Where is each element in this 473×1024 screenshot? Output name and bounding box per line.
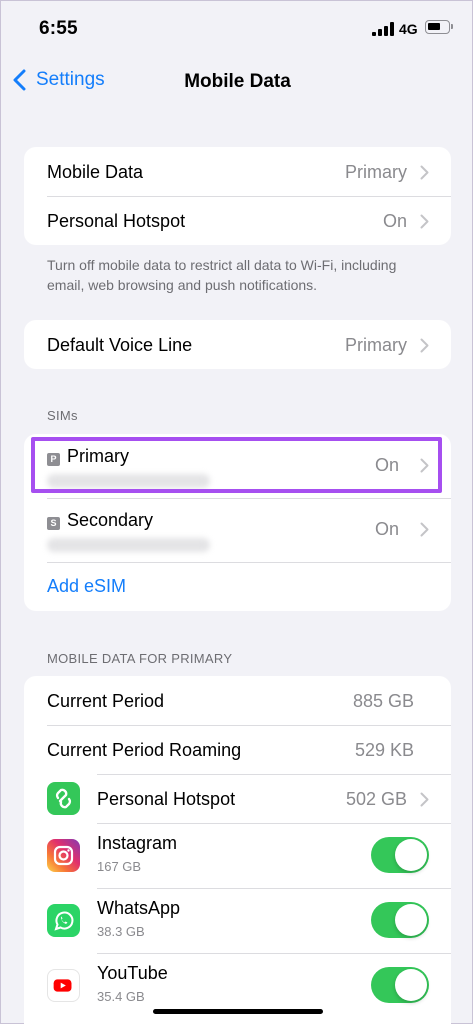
app-row-instagram: Instagram 167 GB (24, 823, 451, 888)
chevron-right-icon (420, 338, 429, 353)
chevron-right-icon (420, 522, 429, 537)
chevron-right-icon (420, 792, 429, 807)
network-type: 4G (399, 21, 418, 37)
chevron-right-icon (420, 165, 429, 180)
usage-group: Current Period 885 GB Current Period Roa… (24, 676, 451, 1024)
add-esim-row[interactable]: Add eSIM (24, 562, 451, 611)
row-label: Current Period (47, 691, 165, 711)
row-label: Personal Hotspot (97, 789, 236, 809)
current-period-roaming-row: Current Period Roaming 529 KB (24, 725, 451, 774)
row-value: 885 GB (352, 691, 414, 711)
home-indicator (153, 1009, 323, 1014)
personal-hotspot-usage-row[interactable]: Personal Hotspot 502 GB (24, 774, 451, 823)
current-period-row: Current Period 885 GB (24, 676, 451, 725)
app-data-size: 38.3 GB (97, 924, 145, 939)
sims-group: P Primary On S Secondary On Add eSIM (24, 434, 451, 611)
app-name: WhatsApp (97, 898, 181, 918)
app-data-size: 35.4 GB (97, 989, 145, 1004)
usage-section-header: MOBILE DATA FOR PRIMARY (47, 651, 233, 666)
row-value: Primary (345, 335, 407, 355)
mobile-data-footnote: Turn off mobile data to restrict all dat… (47, 257, 397, 293)
status-time: 6:55 (39, 18, 78, 39)
sim-status: On (374, 519, 399, 539)
personal-hotspot-row[interactable]: Personal Hotspot On (24, 196, 451, 245)
youtube-toggle[interactable] (371, 967, 429, 1003)
whatsapp-toggle[interactable] (371, 902, 429, 938)
page-title: Mobile Data (184, 71, 291, 92)
add-esim-button[interactable]: Add eSIM (47, 576, 126, 597)
mobile-data-group: Mobile Data Primary Personal Hotspot On (24, 147, 451, 245)
cellular-signal-icon (372, 22, 394, 36)
chevron-right-icon (420, 214, 429, 229)
app-data-size: 167 GB (97, 859, 142, 874)
sims-section-header: SIMs (47, 408, 78, 423)
sim-name: Secondary (67, 510, 154, 530)
status-bar: 6:55 4G (1, 1, 473, 59)
row-value: Primary (345, 162, 407, 182)
mobile-data-row[interactable]: Mobile Data Primary (24, 147, 451, 196)
sim-row-primary[interactable]: P Primary On (24, 434, 451, 498)
app-name: YouTube (97, 963, 168, 983)
default-voice-line-row[interactable]: Default Voice Line Primary (24, 320, 451, 369)
sim-row-secondary[interactable]: S Secondary On (24, 498, 451, 562)
row-label: Mobile Data (47, 162, 144, 182)
row-value: On (382, 211, 407, 231)
row-label: Personal Hotspot (47, 211, 186, 231)
whatsapp-icon (47, 904, 80, 937)
row-label: Current Period Roaming (47, 740, 242, 760)
app-row-whatsapp: WhatsApp 38.3 GB (24, 888, 451, 953)
highlight-box (31, 437, 442, 493)
battery-icon (425, 20, 453, 34)
instagram-icon (47, 839, 80, 872)
sim-badge-icon: S (47, 517, 60, 530)
instagram-toggle[interactable] (371, 837, 429, 873)
personal-hotspot-icon (47, 782, 80, 815)
redacted-phone-number (47, 538, 210, 552)
app-name: Instagram (97, 833, 178, 853)
row-value: 529 KB (354, 740, 414, 760)
row-label: Default Voice Line (47, 335, 193, 355)
navigation-bar: Settings Mobile Data (1, 59, 473, 105)
row-value: 502 GB (345, 789, 407, 809)
voice-line-group: Default Voice Line Primary (24, 320, 451, 369)
youtube-icon (47, 969, 80, 1002)
